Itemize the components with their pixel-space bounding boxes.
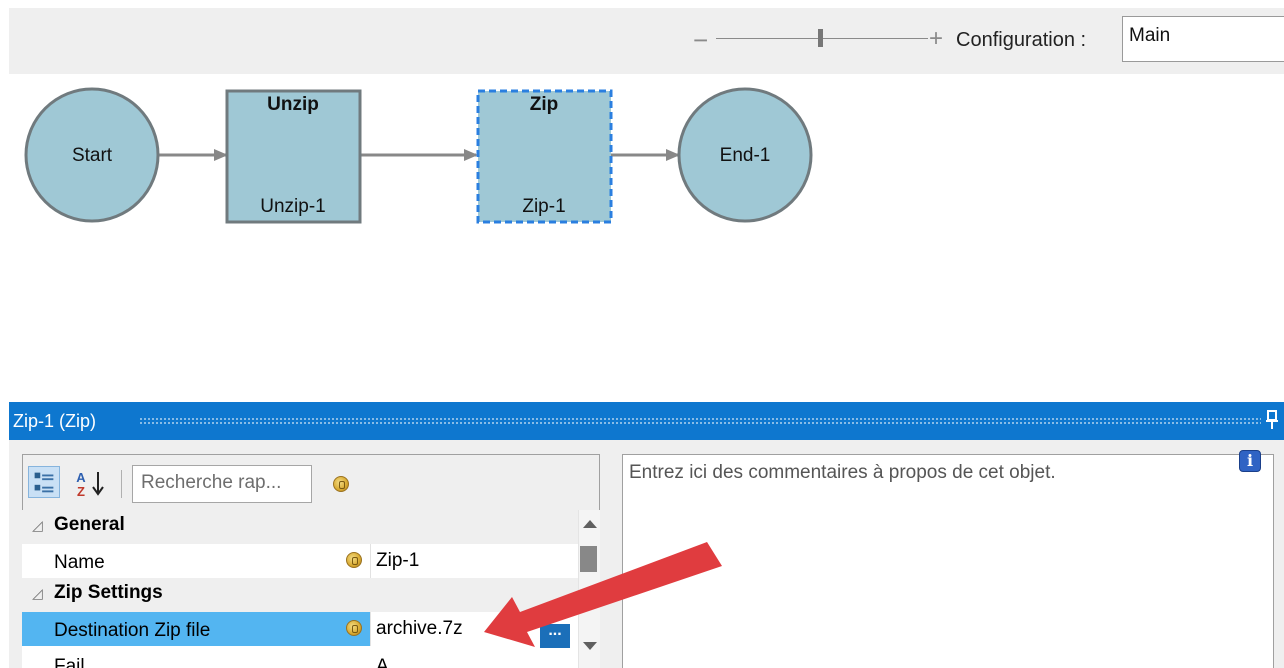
property-name-cell[interactable]: Name [22,544,370,578]
workflow-diagram: Start Unzip Unzip-1 Zip Zip-1 End-1 [24,87,813,224]
browse-ellipsis-button[interactable]: ... [540,623,570,648]
pin-icon[interactable] [1265,410,1279,430]
unzip-node-name: Unzip-1 [260,196,325,217]
zip-node-title: Zip [530,94,559,115]
end-node[interactable]: End-1 [677,87,813,223]
info-icon[interactable]: i [1239,450,1261,472]
category-label: General [54,514,125,535]
sort-alphabetical-button[interactable]: A Z [72,466,110,500]
unzip-node-title: Unzip [267,94,319,115]
binding-coin-icon[interactable] [346,552,362,568]
svg-text:Z: Z [77,484,85,499]
scroll-up-arrow-icon[interactable] [583,520,597,528]
collapse-arrow-icon[interactable]: ◿ [32,585,43,602]
canvas-bottom-strip [0,388,1284,402]
property-value[interactable]: archive.7z [376,618,463,640]
property-value[interactable]: Zip-1 [376,550,419,572]
zip-node-name: Zip-1 [522,196,565,217]
property-row-partial[interactable]: Fail… A… [22,646,578,668]
scroll-down-arrow-icon[interactable] [583,642,597,650]
category-zip-settings[interactable]: ◿ Zip Settings [22,578,578,612]
properties-panel-header[interactable]: Zip-1 (Zip) [9,402,1284,440]
binding-coin-icon[interactable] [346,620,362,636]
column-divider[interactable] [370,612,371,646]
toolbar-separator [121,470,122,498]
collapse-arrow-icon[interactable]: ◿ [32,517,43,534]
property-name: Name [54,552,105,573]
categorized-view-icon [34,472,54,493]
property-search-input[interactable]: Recherche rap... [132,465,312,503]
unzip-node[interactable]: Unzip Unzip-1 [225,89,362,224]
property-value[interactable]: A… [376,656,408,668]
panel-header-grip [139,417,1261,425]
start-node-label: Start [72,145,113,166]
sort-alphabetical-icon: A Z [76,470,104,499]
property-name: Destination Zip file [54,620,211,641]
svg-text:A: A [76,470,86,485]
category-general[interactable]: ◿ General [22,510,578,544]
scroll-thumb[interactable] [580,546,597,572]
start-node[interactable]: Start [24,87,160,223]
property-name: Fail… [54,656,104,668]
property-name-cell[interactable]: Destination Zip file [22,612,370,646]
zip-node[interactable]: Zip Zip-1 [476,89,613,224]
binding-coin-icon[interactable] [333,476,349,492]
end-node-label: End-1 [720,145,771,166]
column-divider[interactable] [370,544,371,578]
property-row-destination-zip-file[interactable]: Destination Zip file archive.7z [22,612,578,646]
panel-title: Zip-1 (Zip) [13,411,97,431]
category-label: Zip Settings [54,582,163,603]
property-row-name[interactable]: Name Zip-1 [22,544,578,578]
categorized-view-button[interactable] [28,466,60,498]
comments-textarea[interactable]: Entrez ici des commentaires à propos de … [622,454,1274,668]
